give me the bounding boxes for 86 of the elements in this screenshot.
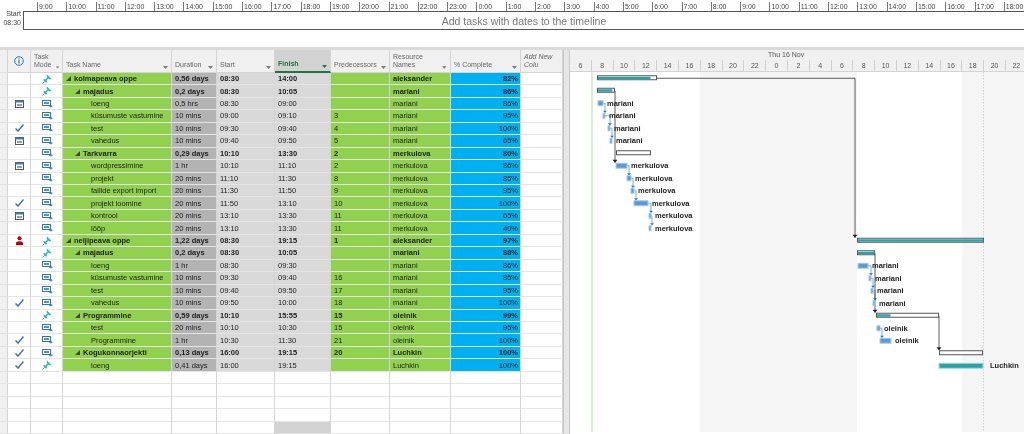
row-header[interactable] [0, 359, 8, 372]
collapse-toggle-icon[interactable] [75, 312, 80, 318]
dropdown-caret-icon[interactable] [381, 65, 386, 69]
row-header[interactable] [0, 234, 8, 248]
task-bar [870, 287, 874, 294]
table-cell [521, 334, 563, 347]
row-header[interactable] [0, 185, 8, 198]
row-header[interactable] [0, 172, 8, 185]
task-bar [626, 175, 632, 182]
collapse-toggle-icon[interactable] [75, 350, 80, 356]
row-header[interactable] [0, 334, 8, 347]
select-all-corner[interactable] [0, 50, 8, 73]
timeline-bar[interactable]: Add tasks with dates to the timeline [23, 11, 1024, 30]
row-header[interactable] [0, 284, 8, 298]
task-bar [868, 275, 872, 282]
dependency-arrow [936, 315, 942, 351]
task-bar [879, 337, 892, 344]
table-cell [521, 247, 563, 260]
task-bar [857, 262, 869, 269]
task-bar [872, 300, 876, 307]
row-header[interactable] [0, 259, 8, 273]
task-bar [609, 137, 613, 144]
table-cell [521, 359, 563, 372]
table-cell [521, 272, 563, 285]
dropdown-caret-icon[interactable] [266, 65, 271, 69]
row-header[interactable] [0, 297, 8, 310]
link-arrow [879, 327, 884, 339]
pane-splitter[interactable] [563, 50, 570, 434]
row-header[interactable] [0, 222, 8, 235]
row-header[interactable] [0, 346, 8, 360]
row-header[interactable] [0, 197, 8, 210]
row-header[interactable] [0, 409, 8, 422]
manual-task-bar [938, 362, 984, 369]
row-header[interactable] [0, 160, 8, 173]
table-cell [521, 197, 563, 210]
collapse-toggle-icon[interactable] [66, 238, 71, 243]
info-icon [14, 55, 24, 66]
table-cell [331, 247, 390, 260]
collapse-toggle-icon[interactable] [75, 250, 80, 256]
row-header[interactable] [0, 85, 8, 98]
summary-bar [616, 150, 651, 156]
row-header[interactable] [0, 97, 8, 111]
task-bar [630, 187, 635, 194]
task-bar [633, 200, 649, 207]
table-cell [521, 110, 563, 123]
task-bar [607, 125, 611, 132]
table-cell [521, 135, 563, 148]
summary-bar [857, 250, 875, 256]
collapse-toggle-icon[interactable] [75, 150, 80, 156]
table-cell [521, 222, 563, 235]
dropdown-caret-icon[interactable] [163, 65, 168, 69]
row-header[interactable] [0, 72, 8, 86]
task-bar [602, 112, 606, 119]
row-header[interactable] [0, 396, 8, 410]
dropdown-caret-icon[interactable] [512, 65, 517, 69]
summary-bar [597, 75, 657, 81]
row-header[interactable] [0, 135, 8, 148]
task-bar [648, 212, 652, 219]
column-header[interactable] [8, 50, 31, 73]
row-header[interactable] [0, 209, 8, 223]
row-header[interactable] [0, 321, 8, 335]
table-cell [331, 85, 390, 98]
table-cell [521, 297, 563, 310]
task-bar [597, 100, 604, 107]
row-header[interactable] [0, 371, 8, 385]
row-header[interactable] [0, 247, 8, 260]
summary-bar [597, 87, 615, 93]
row-header[interactable] [0, 384, 8, 397]
task-bar [648, 225, 652, 232]
table-cell [331, 359, 390, 372]
dropdown-caret-icon[interactable] [55, 65, 59, 69]
table-cell [521, 85, 563, 98]
dropdown-caret-icon[interactable] [208, 65, 213, 69]
row-header[interactable] [0, 122, 8, 136]
row-header[interactable] [0, 309, 8, 322]
dropdown-caret-icon[interactable] [322, 64, 327, 68]
table-cell [521, 160, 563, 173]
task-bar [876, 325, 881, 332]
summary-bar [939, 350, 983, 356]
row-header[interactable] [0, 421, 8, 434]
row-header[interactable] [0, 272, 8, 285]
dropdown-caret-icon[interactable] [442, 65, 447, 69]
summary-bar [876, 312, 939, 318]
task-bar [615, 162, 628, 169]
row-header[interactable] [0, 110, 8, 123]
row-header[interactable] [0, 147, 8, 161]
